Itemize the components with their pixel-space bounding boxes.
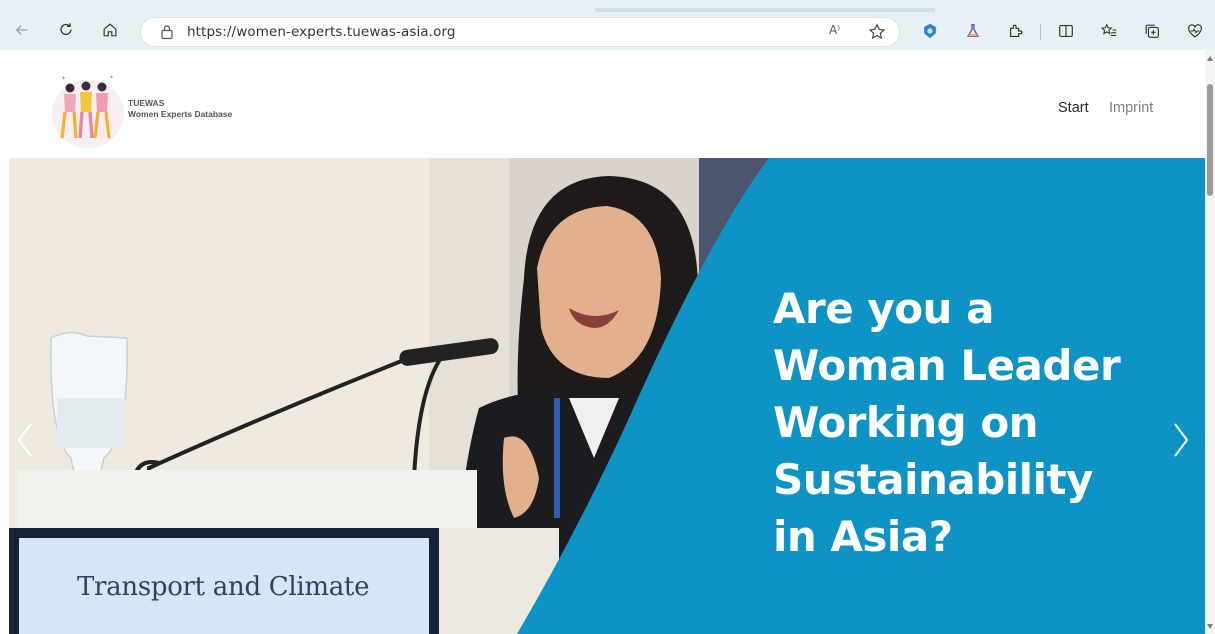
nav-imprint-link[interactable]: Imprint xyxy=(1109,100,1153,116)
hero-headline: Are you a Woman Leader Working on Sustai… xyxy=(773,280,1193,565)
scroll-down-icon[interactable] xyxy=(1207,624,1213,629)
nav-start-link[interactable]: Start xyxy=(1058,100,1089,116)
tuewas-logo[interactable] xyxy=(48,70,130,148)
scroll-thumb[interactable] xyxy=(1207,84,1213,196)
favorite-star-icon[interactable] xyxy=(867,22,887,42)
url-text[interactable]: https://women-experts.tuewas-asia.org xyxy=(187,24,456,40)
headline-line: Sustainability xyxy=(773,455,1093,504)
podium-sign-text: Transport and Climate xyxy=(77,572,370,602)
tab-strip-indicator xyxy=(595,8,935,12)
site-brand[interactable]: TUEWAS Women Experts Database xyxy=(128,98,232,120)
toolbar-divider xyxy=(1040,24,1041,40)
collections-icon[interactable] xyxy=(1139,18,1165,44)
brand-name: TUEWAS xyxy=(128,98,165,108)
extension-shield-icon[interactable] xyxy=(917,18,943,44)
carousel-prev-icon[interactable] xyxy=(13,420,37,460)
web-page: TUEWAS Women Experts Database Start Impr… xyxy=(0,50,1205,634)
heart-pulse-icon[interactable] xyxy=(1182,18,1208,44)
read-aloud-icon[interactable]: A⁾ xyxy=(829,23,849,41)
favorites-list-icon[interactable] xyxy=(1096,18,1122,44)
carousel-next-icon[interactable] xyxy=(1169,420,1193,460)
lab-flask-icon[interactable] xyxy=(960,18,986,44)
hero-carousel: Transport and Climate Are you a Woman Le… xyxy=(9,158,1205,634)
address-bar[interactable]: https://women-experts.tuewas-asia.org A⁾ xyxy=(140,17,900,47)
split-screen-icon[interactable] xyxy=(1053,18,1079,44)
scroll-up-icon[interactable] xyxy=(1207,56,1213,61)
back-icon[interactable] xyxy=(8,16,36,44)
brand-tagline: Women Experts Database xyxy=(128,109,233,119)
refresh-icon[interactable] xyxy=(52,16,80,44)
puzzle-extensions-icon[interactable] xyxy=(1003,18,1029,44)
browser-toolbar: https://women-experts.tuewas-asia.org A⁾ xyxy=(0,0,1215,50)
site-info-icon[interactable] xyxy=(159,24,175,40)
headline-line: Working on xyxy=(773,398,1039,447)
headline-line: Are you a xyxy=(773,284,994,333)
headline-line: Woman Leader xyxy=(773,341,1121,390)
home-icon[interactable] xyxy=(96,16,124,44)
headline-line: in Asia? xyxy=(773,512,953,561)
